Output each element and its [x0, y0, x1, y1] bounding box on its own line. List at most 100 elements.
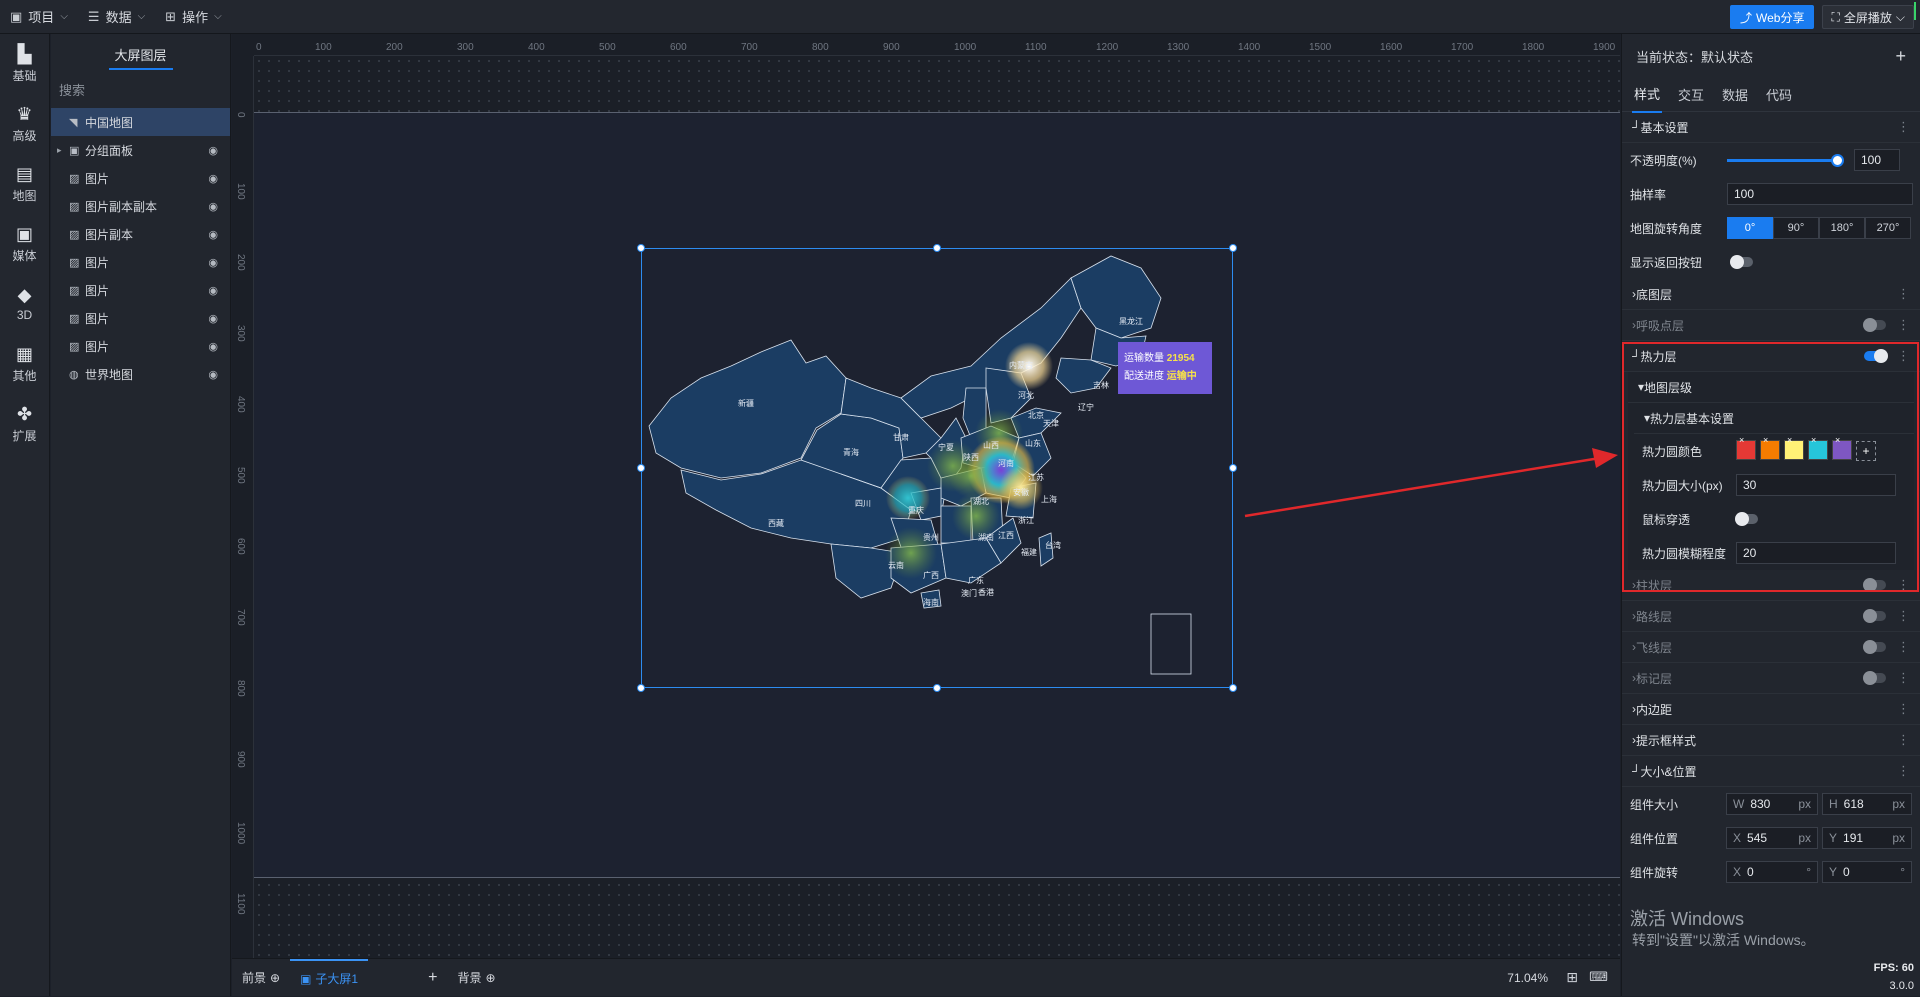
section-size-position[interactable]: ┘ 大小&位置 ⋮: [1622, 756, 1920, 787]
visibility-icon[interactable]: ◉: [208, 144, 218, 157]
visibility-icon[interactable]: ◉: [208, 256, 218, 269]
tab-data[interactable]: 数据: [1720, 77, 1750, 112]
tab-sub-screen[interactable]: ▣ 子大屏1: [290, 958, 369, 997]
other-icon: ▦: [15, 343, 33, 364]
add-circle-icon[interactable]: ⊕: [485, 971, 495, 985]
rotate-270-button[interactable]: 270°: [1865, 217, 1911, 239]
more-icon[interactable]: ⋮: [1897, 119, 1910, 135]
more-icon[interactable]: ⋮: [1897, 608, 1910, 624]
resize-handle[interactable]: [637, 684, 645, 692]
ruler-tick: 1700: [1451, 42, 1474, 53]
resize-handle[interactable]: [637, 244, 645, 252]
back-button-toggle[interactable]: [1730, 255, 1753, 269]
layer-item[interactable]: ▨ 图片副本副本 ◉: [51, 192, 230, 220]
nav-other[interactable]: ▦ 其他: [0, 334, 49, 394]
web-share-button[interactable]: ⤴ Web分享: [1729, 5, 1815, 29]
rotation-row: 地图旋转角度 0° 90° 180° 270°: [1622, 211, 1920, 245]
resize-handle[interactable]: [1229, 244, 1237, 252]
section-tooltip-style[interactable]: › 提示框样式 ⋮: [1622, 725, 1920, 756]
visibility-icon[interactable]: ◉: [208, 340, 218, 353]
more-icon[interactable]: ⋮: [1897, 317, 1910, 333]
keyboard-icon[interactable]: ⌨: [1589, 969, 1608, 985]
breathing-layer-toggle[interactable]: [1863, 318, 1886, 332]
fit-screen-icon[interactable]: ⊞: [1566, 969, 1578, 986]
visibility-icon[interactable]: ◉: [208, 284, 218, 297]
rotate-y-input[interactable]: Y 0 °: [1822, 861, 1912, 883]
x-input[interactable]: X 545 px: [1726, 827, 1818, 849]
tab-screen-layers[interactable]: 大屏图层: [51, 34, 230, 74]
more-icon[interactable]: ⋮: [1897, 763, 1910, 779]
ruler-tick: 300: [457, 42, 474, 53]
marker-layer-toggle[interactable]: [1863, 671, 1886, 685]
section-padding[interactable]: › 内边距 ⋮: [1622, 694, 1920, 725]
rotate-90-button[interactable]: 90°: [1773, 217, 1819, 239]
add-state-icon[interactable]: +: [1895, 46, 1906, 67]
rotate-0-button[interactable]: 0°: [1727, 217, 1773, 239]
visibility-icon[interactable]: ◉: [208, 228, 218, 241]
nav-extend[interactable]: ✤ 扩展: [0, 394, 49, 454]
layer-item[interactable]: ▨ 图片 ◉: [51, 248, 230, 276]
menu-data[interactable]: ☰ 数据 ⌵: [78, 0, 155, 34]
layer-item[interactable]: ▨ 图片副本 ◉: [51, 220, 230, 248]
visibility-icon[interactable]: ◉: [208, 368, 218, 381]
layer-search-input[interactable]: 搜索: [51, 74, 230, 104]
section-flyline-layer[interactable]: › 飞线层 ⋮: [1622, 632, 1920, 663]
visibility-icon[interactable]: ◉: [208, 200, 218, 213]
flyline-layer-toggle[interactable]: [1863, 640, 1886, 654]
tab-interaction[interactable]: 交互: [1676, 77, 1706, 112]
resize-handle[interactable]: [933, 244, 941, 252]
section-base-layer[interactable]: › 底图层 ⋮: [1622, 279, 1920, 310]
sampling-input[interactable]: 100: [1727, 183, 1913, 205]
tab-foreground[interactable]: 前景 ⊕: [232, 959, 290, 997]
caret-right-icon[interactable]: ▸: [57, 145, 62, 156]
opacity-slider-knob[interactable]: [1831, 154, 1844, 167]
property-tabs: 样式 交互 数据 代码: [1622, 76, 1920, 113]
nav-advanced[interactable]: ♛ 高级: [0, 94, 49, 154]
nav-basic[interactable]: ▙ 基础: [0, 34, 49, 94]
layer-item[interactable]: ▨ 图片 ◉: [51, 276, 230, 304]
y-input[interactable]: Y 191 px: [1822, 827, 1912, 849]
menu-operate[interactable]: ⊞ 操作 ⌵: [155, 0, 232, 34]
section-basic-settings[interactable]: ┘ 基本设置 ⋮: [1622, 112, 1920, 143]
image-icon: ▨: [69, 172, 80, 185]
nav-map[interactable]: ▤ 地图: [0, 154, 49, 214]
layer-item[interactable]: ▨ 图片 ◉: [51, 164, 230, 192]
tab-style[interactable]: 样式: [1632, 76, 1663, 113]
add-circle-icon[interactable]: ⊕: [270, 971, 280, 985]
section-breathing-point-layer[interactable]: › 呼吸点层 ⋮: [1622, 310, 1920, 341]
height-input[interactable]: H 618 px: [1822, 793, 1912, 815]
resize-handle[interactable]: [1229, 464, 1237, 472]
rotate-x-input[interactable]: X 0 °: [1726, 861, 1818, 883]
more-icon[interactable]: ⋮: [1897, 670, 1910, 686]
layer-item[interactable]: ▨ 图片 ◉: [51, 304, 230, 332]
opacity-slider[interactable]: [1727, 154, 1844, 167]
resize-handle[interactable]: [1229, 684, 1237, 692]
visibility-icon[interactable]: ◉: [208, 312, 218, 325]
visibility-icon[interactable]: ◉: [208, 172, 218, 185]
more-icon[interactable]: ⋮: [1897, 701, 1910, 717]
more-icon[interactable]: ⋮: [1897, 732, 1910, 748]
menu-project[interactable]: ▣ 项目 ⌵: [0, 0, 78, 34]
opacity-input[interactable]: 100: [1854, 149, 1900, 171]
nav-3d[interactable]: ◆ 3D: [0, 274, 49, 334]
zoom-level[interactable]: 71.04%: [1507, 971, 1548, 985]
layer-item[interactable]: ◥ 中国地图: [51, 108, 230, 136]
fullscreen-play-button[interactable]: ⛶ 全屏播放 ⌵: [1822, 5, 1914, 29]
width-input[interactable]: W 830 px: [1726, 793, 1818, 815]
tab-code[interactable]: 代码: [1764, 77, 1794, 112]
tab-background[interactable]: 背景 ⊕: [447, 959, 505, 997]
resize-handle[interactable]: [637, 464, 645, 472]
route-layer-toggle[interactable]: [1863, 609, 1886, 623]
layer-item[interactable]: ◍ 世界地图 ◉: [51, 360, 230, 388]
more-icon[interactable]: ⋮: [1897, 286, 1910, 302]
selection-frame[interactable]: [637, 244, 1237, 692]
nav-media[interactable]: ▣ 媒体: [0, 214, 49, 274]
section-marker-layer[interactable]: › 标记层 ⋮: [1622, 663, 1920, 694]
layer-item[interactable]: ▨ 图片 ◉: [51, 332, 230, 360]
section-route-layer[interactable]: › 路线层 ⋮: [1622, 601, 1920, 632]
add-screen-button[interactable]: +: [368, 959, 447, 997]
layer-item[interactable]: ▸ ▣ 分组面板 ◉: [51, 136, 230, 164]
more-icon[interactable]: ⋮: [1897, 639, 1910, 655]
resize-handle[interactable]: [933, 684, 941, 692]
rotate-180-button[interactable]: 180°: [1819, 217, 1865, 239]
